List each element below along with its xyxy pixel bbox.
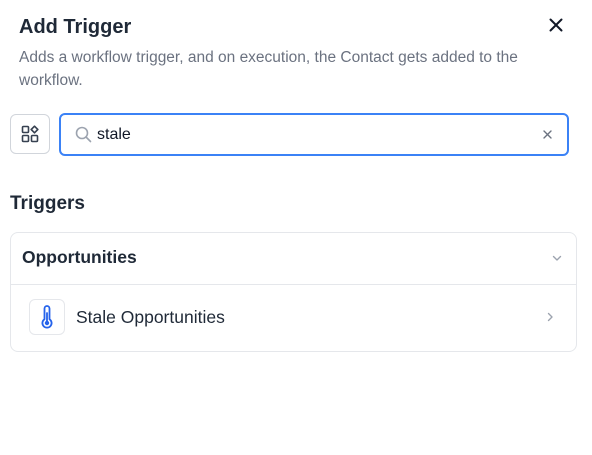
group-title: Opportunities [22,247,137,267]
clear-search-button[interactable] [539,126,555,142]
thermometer-icon [41,305,53,329]
trigger-icon-box [29,299,65,335]
category-view-button[interactable] [10,114,50,154]
chevron-right-icon [547,312,553,322]
group-header[interactable]: Opportunities [11,233,576,285]
panel-title: Add Trigger [19,16,132,38]
apps-grid-icon [21,125,39,143]
trigger-item-label: Stale Opportunities [76,307,225,327]
trigger-group-opportunities: Opportunities Stale Opportunities [10,232,577,352]
trigger-item-stale-opportunities[interactable]: Stale Opportunities [11,285,576,351]
panel-description: Adds a workflow trigger, and on executio… [19,49,518,89]
close-button[interactable] [544,13,568,37]
search-input[interactable] [97,123,517,146]
triggers-heading: Triggers [10,193,85,214]
search-icon [75,126,92,143]
search-field [59,113,569,156]
clear-icon [542,129,552,139]
add-trigger-panel: Add Trigger Adds a workflow trigger, and… [0,0,592,455]
chevron-down-icon [552,255,562,261]
close-icon [549,18,563,32]
